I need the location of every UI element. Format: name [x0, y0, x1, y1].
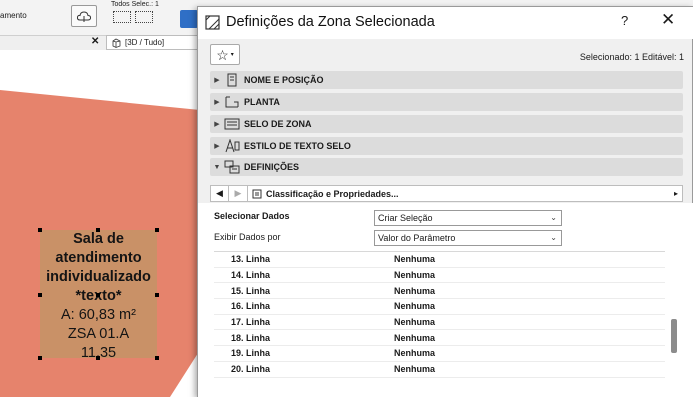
- list-item[interactable]: 20. Linha Nenhuma: [214, 362, 665, 378]
- selection-handle[interactable]: [38, 228, 42, 232]
- selection-status: Selecionado: 1 Editável: 1: [579, 52, 684, 62]
- help-button[interactable]: ?: [621, 13, 628, 28]
- marquee-poly-icon[interactable]: [135, 11, 153, 23]
- dialog-title-bar[interactable]: Definições da Zona Selecionada ? ✕: [198, 7, 693, 39]
- definitions-panel: Selecionar Dados Criar Seleção ⌄ Exibir …: [198, 203, 693, 397]
- previous-page-button[interactable]: ◀: [211, 186, 229, 201]
- section-name-position[interactable]: ▶ NOME E POSIÇÃO: [210, 71, 683, 89]
- list-icon: [252, 189, 262, 198]
- floor-plan-icon: [225, 96, 239, 108]
- dropdown-chevron-icon: ▾: [230, 52, 234, 58]
- list-item[interactable]: 13. Linha Nenhuma: [214, 252, 665, 268]
- tab-3d-label: [3D / Tudo]: [125, 38, 165, 47]
- selection-handle[interactable]: [96, 293, 100, 297]
- section-label: DEFINIÇÕES: [244, 162, 300, 172]
- chevron-down-icon: ⌄: [550, 213, 557, 222]
- section-stamp-text-style[interactable]: ▶ ESTILO DE TEXTO SELO: [210, 137, 683, 155]
- cube-icon: [112, 38, 121, 48]
- favorites-button[interactable]: ☆ ▾: [210, 44, 240, 65]
- selection-handle[interactable]: [155, 228, 159, 232]
- category-label: Classificação e Propriedades...: [266, 188, 399, 199]
- section-zone-stamp[interactable]: ▶ SELO DE ZONA: [210, 115, 683, 133]
- active-tool-button[interactable]: [180, 10, 198, 28]
- next-page-button[interactable]: ▶: [229, 186, 247, 201]
- list-item[interactable]: 19. Linha Nenhuma: [214, 346, 665, 362]
- cloud-icon: [76, 11, 92, 22]
- display-by-value: Valor do Parâmetro: [378, 233, 456, 243]
- expand-arrow-icon: ▶: [214, 77, 220, 84]
- expand-arrow-icon: ▶: [214, 143, 220, 150]
- section-definitions[interactable]: ▼ DEFINIÇÕES: [210, 158, 683, 176]
- list-scrollbar[interactable]: [671, 319, 677, 353]
- zone-code: ZSA 01.A: [67, 326, 130, 342]
- collapse-arrow-icon: ▼: [213, 163, 221, 171]
- selection-handle[interactable]: [38, 356, 42, 360]
- section-floor-plan[interactable]: ▶ PLANTA: [210, 93, 683, 111]
- text-style-icon: [225, 139, 240, 153]
- selection-count-label: Todos Selec.: 1: [111, 1, 159, 8]
- section-label: ESTILO DE TEXTO SELO: [244, 141, 351, 151]
- more-arrow-icon[interactable]: ▸: [670, 189, 682, 198]
- lines-list: 13. Linha Nenhuma 14. Linha Nenhuma 15. Li…: [214, 251, 665, 381]
- zone-stamp-icon: [224, 118, 240, 130]
- list-item[interactable]: 14. Linha Nenhuma: [214, 268, 665, 284]
- star-icon: ☆: [216, 46, 229, 63]
- list-item[interactable]: 18. Linha Nenhuma: [214, 330, 665, 347]
- selection-handle[interactable]: [38, 293, 42, 297]
- close-button[interactable]: ✕: [661, 10, 675, 30]
- zone-name-line-1: Sala de: [73, 231, 124, 247]
- selection-handle[interactable]: [155, 293, 159, 297]
- display-by-dropdown[interactable]: Valor do Parâmetro ⌄: [374, 230, 562, 246]
- tool-label: amento: [0, 11, 27, 20]
- zone-height: 11,35: [80, 345, 117, 361]
- drawing-canvas[interactable]: Sala de atendimento individualizado *tex…: [0, 50, 200, 397]
- zone-name-line-3: individualizado: [46, 269, 151, 285]
- selection-handle[interactable]: [155, 356, 159, 360]
- close-tab-icon[interactable]: ✕: [91, 36, 99, 47]
- section-label: NOME E POSIÇÃO: [244, 75, 324, 85]
- display-by-label: Exibir Dados por: [214, 232, 281, 242]
- expand-arrow-icon: ▶: [214, 121, 220, 128]
- section-label: PLANTA: [244, 97, 280, 107]
- list-item[interactable]: 17. Linha Nenhuma: [214, 315, 665, 331]
- zone-settings-dialog: Definições da Zona Selecionada ? ✕ ☆ ▾ S…: [197, 6, 693, 397]
- select-data-label: Selecionar Dados: [214, 211, 290, 221]
- tab-3d-view[interactable]: [3D / Tudo]: [106, 35, 201, 50]
- zone-settings-icon: [205, 15, 220, 30]
- list-item[interactable]: 15. Linha Nenhuma: [214, 283, 665, 300]
- zone-area: A: 60,83 m²: [61, 307, 136, 323]
- zone-name-line-2: atendimento: [55, 250, 142, 266]
- selection-handle[interactable]: [96, 356, 100, 360]
- chevron-down-icon: ⌄: [550, 233, 557, 242]
- settings-icon: [224, 160, 240, 174]
- marquee-icon[interactable]: [113, 11, 131, 23]
- name-position-icon: [227, 73, 237, 87]
- category-navigator: ◀ ▶ Classificação e Propriedades... ▸: [210, 185, 683, 202]
- dialog-title: Definições da Zona Selecionada: [226, 14, 435, 30]
- category-selector[interactable]: Classificação e Propriedades...: [247, 186, 670, 201]
- list-item[interactable]: 16. Linha Nenhuma: [214, 299, 665, 315]
- selection-handle[interactable]: [96, 228, 100, 232]
- expand-arrow-icon: ▶: [214, 99, 220, 106]
- select-data-value: Criar Seleção: [378, 213, 433, 223]
- select-data-dropdown[interactable]: Criar Seleção ⌄: [374, 210, 562, 226]
- cloud-tool-button[interactable]: [71, 5, 97, 27]
- section-label: SELO DE ZONA: [244, 119, 312, 129]
